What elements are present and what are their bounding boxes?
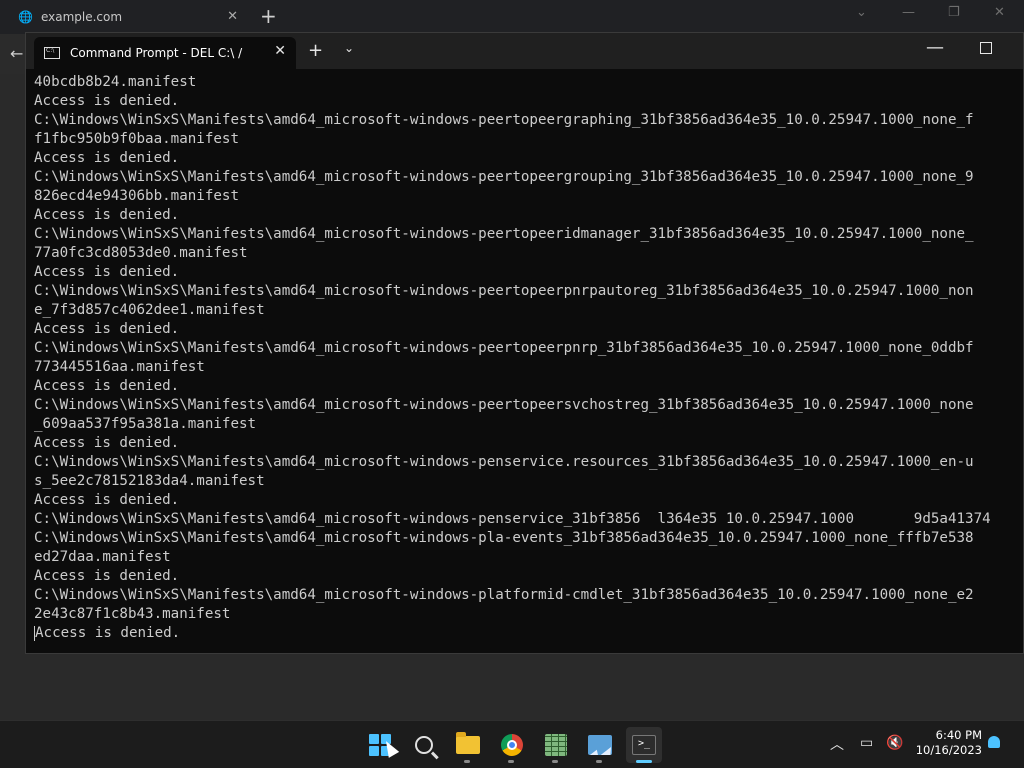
back-arrow-icon[interactable]: ← [10,44,23,63]
terminal-titlebar: Command Prompt - DEL C:\ / ✕ + ⌄ — [26,33,1023,69]
terminal-tab[interactable]: Command Prompt - DEL C:\ / ✕ [34,37,296,69]
terminal-line: f1fbc950b9f0baa.manifest [34,131,239,147]
globe-icon: 🌐 [18,10,33,24]
running-indicator [552,760,558,763]
running-indicator [596,760,602,763]
active-indicator [636,760,652,763]
terminal-line: ed27daa.manifest [34,549,171,565]
text-cursor [34,625,35,641]
terminal-line: Access is denied. [34,625,181,641]
browser-close-icon[interactable]: ✕ [994,5,1005,20]
terminal-line: _609aa537f95a381a.manifest [34,416,257,432]
clock-time: 6:40 PM [935,728,982,742]
tray-overflow-chevron-icon[interactable]: ︿ [830,734,844,754]
terminal-line: C:\Windows\WinSxS\Manifests\amd64_micros… [34,112,974,128]
terminal-line: C:\Windows\WinSxS\Manifests\amd64_micros… [34,340,974,356]
chrome-icon [501,734,523,756]
browser-tab[interactable]: 🌐 example.com ✕ [8,0,246,34]
terminal-line: Access is denied. [34,264,180,280]
browser-new-tab-button[interactable]: + [260,4,277,28]
terminal-line: C:\Windows\WinSxS\Manifests\amd64_micros… [34,226,974,242]
terminal-line: 2e43c87f1c8b43.manifest [34,606,231,622]
terminal-line: C:\Windows\WinSxS\Manifests\amd64_micros… [34,530,974,546]
minimize-button[interactable]: — [926,37,944,58]
terminal-line: C:\Windows\WinSxS\Manifests\amd64_micros… [34,511,991,527]
terminal-taskbar-button[interactable]: >_ [626,727,662,763]
terminal-line: C:\Windows\WinSxS\Manifests\amd64_micros… [34,397,974,413]
terminal-line: Access is denied. [34,321,180,337]
terminal-line: Access is denied. [34,492,180,508]
terminal-line: C:\Windows\WinSxS\Manifests\amd64_micros… [34,283,974,299]
file-explorer-button[interactable] [450,727,486,763]
browser-tab-close-icon[interactable]: ✕ [227,9,238,24]
spreadsheet-icon [545,734,567,756]
photos-button[interactable] [582,727,618,763]
terminal-line: Access is denied. [34,150,180,166]
terminal-line: Access is denied. [34,93,180,109]
browser-restore-icon[interactable]: ❐ [948,5,960,20]
chrome-button[interactable] [494,727,530,763]
terminal-new-tab-button[interactable]: + [308,40,323,61]
terminal-line: s_5ee2c78152183da4.manifest [34,473,265,489]
running-indicator [508,760,514,763]
command-prompt-icon [44,47,60,59]
chevron-down-icon[interactable]: ⌄ [344,41,354,55]
terminal-line: Access is denied. [34,568,180,584]
browser-tabstrip: 🌐 example.com ✕ + ⌄ — ❐ ✕ [0,0,1024,34]
notification-bell-icon[interactable] [988,736,1000,748]
terminal-tab-title: Command Prompt - DEL C:\ / [70,46,243,60]
terminal-line: 77a0fc3cd8053de0.manifest [34,245,248,261]
terminal-line: Access is denied. [34,207,180,223]
terminal-tab-close-icon[interactable]: ✕ [274,43,286,59]
terminal-line: Access is denied. [34,378,180,394]
clock-date: 10/16/2023 [915,743,982,757]
search-icon [415,736,433,754]
spreadsheet-button[interactable] [538,727,574,763]
browser-tab-title: example.com [40,10,123,24]
system-clock[interactable]: 6:40 PM 10/16/2023 [916,728,982,758]
terminal-line: C:\Windows\WinSxS\Manifests\amd64_micros… [34,587,974,603]
browser-minimize-icon[interactable]: — [902,5,915,20]
running-indicator [464,760,470,763]
photos-icon [588,735,612,755]
terminal-line: e_7f3d857c4062dee1.manifest [34,302,265,318]
terminal-line: 40bcdb8b24.manifest [34,74,197,90]
network-icon[interactable]: ▭ [860,735,873,751]
search-button[interactable] [406,727,442,763]
folder-icon [456,732,480,754]
terminal-icon: >_ [632,735,656,755]
browser-tab-search-icon[interactable]: ⌄ [856,5,867,20]
terminal-window: Command Prompt - DEL C:\ / ✕ + ⌄ — 40bcd… [25,32,1024,654]
terminal-output[interactable]: 40bcdb8b24.manifest Access is denied. C:\W… [34,73,1023,653]
speaker-muted-icon[interactable]: 🔇 [886,735,903,751]
terminal-line: 773445516aa.manifest [34,359,205,375]
terminal-line: Access is denied. [34,435,180,451]
terminal-line: C:\Windows\WinSxS\Manifests\amd64_micros… [34,454,974,470]
terminal-line: 826ecd4e94306bb.manifest [34,188,239,204]
maximize-button[interactable] [980,42,992,54]
terminal-line: C:\Windows\WinSxS\Manifests\amd64_micros… [34,169,974,185]
